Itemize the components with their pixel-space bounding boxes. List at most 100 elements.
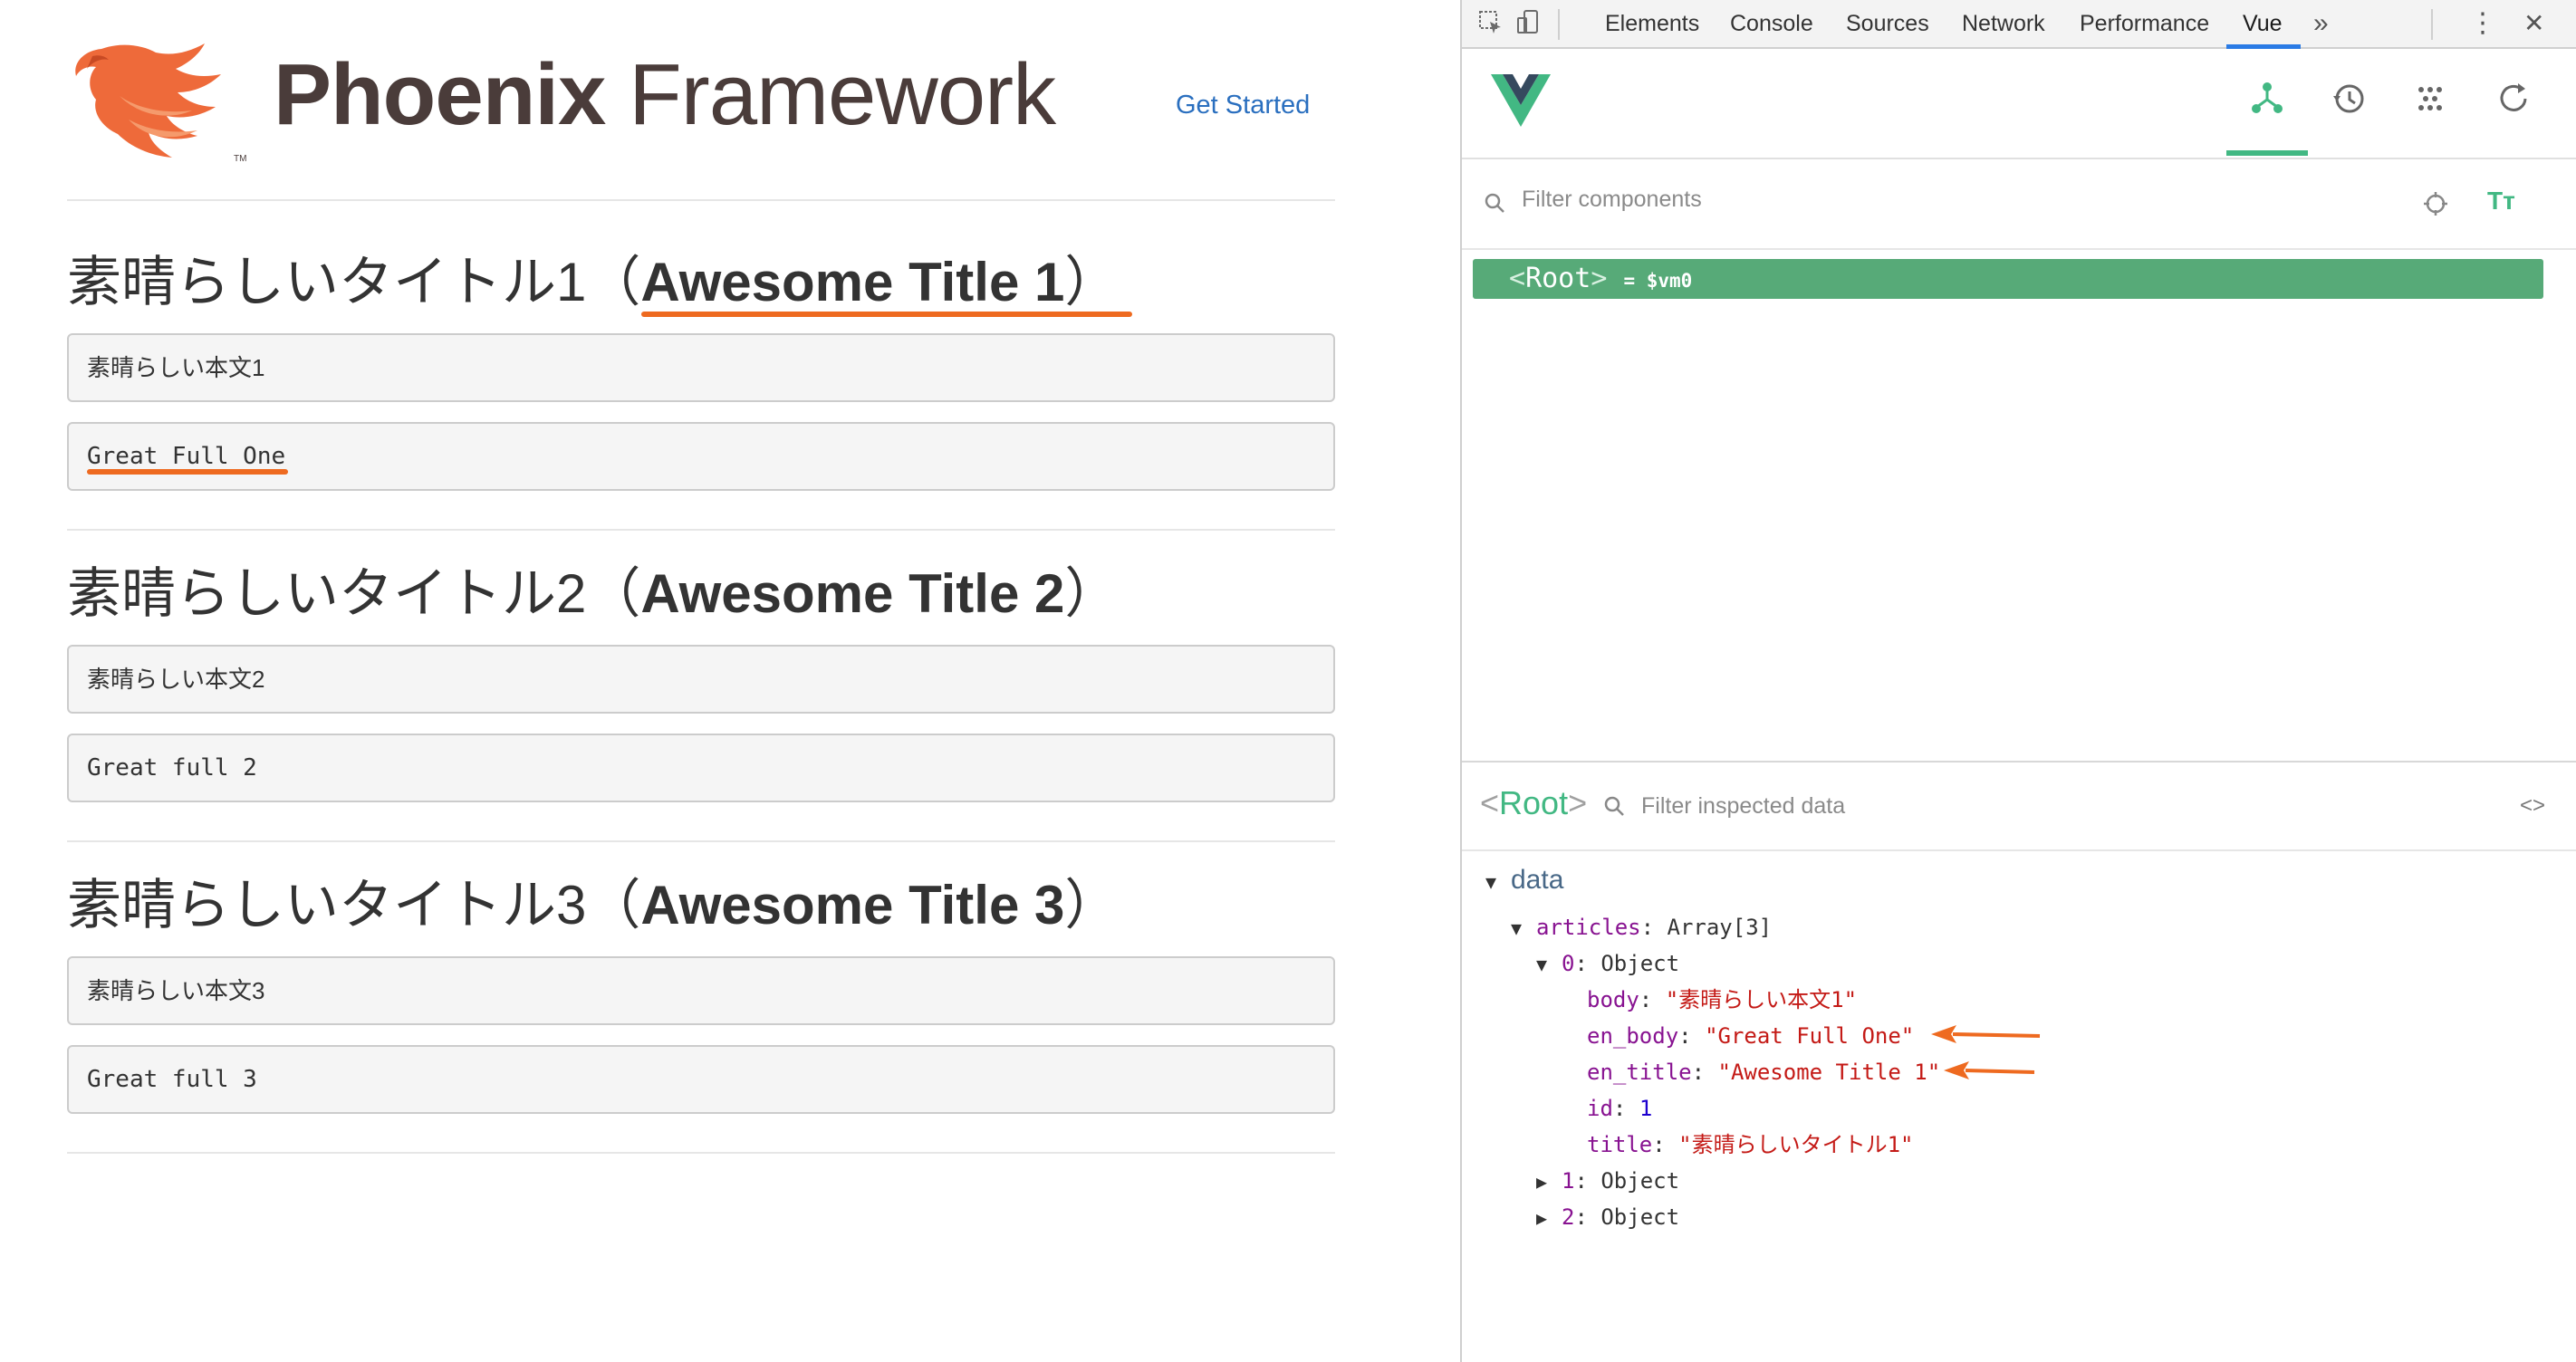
svg-text:TM: TM — [234, 154, 246, 164]
tab-performance[interactable]: Performance — [2080, 0, 2209, 49]
title-close: ） — [1064, 875, 1120, 935]
object-label: Object — [1600, 1168, 1680, 1194]
inspect-element-icon[interactable] — [1475, 9, 1507, 40]
array-item-2[interactable]: ▶ 2: Object — [1536, 1199, 1679, 1235]
divider — [67, 199, 1335, 201]
title-ja: 素晴らしいタイトル1（ — [67, 252, 641, 312]
field-value[interactable]: "素晴らしいタイトル1" — [1678, 1132, 1913, 1157]
array-item-0[interactable]: ▼ 0: Object — [1536, 945, 1679, 982]
device-toolbar-icon[interactable] — [1513, 9, 1545, 40]
article-title: 素晴らしいタイトル2（Awesome Title 2） — [67, 558, 1335, 630]
more-tabs-icon[interactable]: » — [2313, 0, 2329, 49]
title-en: Awesome Title 1 — [640, 252, 1065, 312]
select-component-icon[interactable] — [2422, 190, 2449, 217]
toolbar-separator — [2431, 9, 2433, 40]
divider — [67, 529, 1335, 531]
refresh-icon[interactable] — [2493, 78, 2538, 123]
field-key: id — [1587, 1096, 1613, 1121]
data-section-label: data — [1511, 865, 1564, 895]
phoenix-bird-icon: TM — [75, 43, 246, 164]
field-key: body — [1587, 987, 1639, 1012]
field-key: title — [1587, 1132, 1653, 1157]
field-row-en-title: en_title: "Awesome Title 1" — [1587, 1060, 1941, 1085]
field-key: en_body — [1587, 1023, 1679, 1049]
field-value[interactable]: "素晴らしい本文1" — [1666, 987, 1857, 1012]
field-row-en-body: en_body: "Great Full One" — [1587, 1023, 1915, 1049]
article-en-body-field[interactable]: Great full 3 — [67, 1045, 1335, 1114]
toolbar-separator — [1558, 9, 1560, 40]
web-page: TM Phoenix Framework Get Started 素晴らしいタイ… — [0, 0, 1460, 1362]
root-vm-ref: = $vm0 — [1623, 270, 1693, 292]
object-label: Object — [1600, 1204, 1680, 1230]
collapsed-triangle-icon: ▶ — [1536, 1207, 1548, 1229]
annotation-arrow-icon — [1944, 1061, 2035, 1079]
title-en: Awesome Title 3 — [640, 875, 1065, 935]
annotation-arrow-icon — [1931, 1025, 2041, 1043]
article-title: 素晴らしいタイトル1（Awesome Title 1） — [67, 246, 1335, 319]
devtools-toolbar: Elements Console Sources Network Perform… — [1462, 0, 2576, 49]
components-tab-indicator — [2226, 150, 2308, 156]
article-en-body-field[interactable]: Great full 2 — [67, 734, 1335, 802]
history-tab-icon[interactable] — [2328, 78, 2373, 123]
component-filter-bar: Filter components Tт — [1462, 159, 2576, 250]
article-en-body-field[interactable]: Great Full One — [67, 422, 1335, 491]
expanded-triangle-icon: ▼ — [1511, 917, 1523, 939]
article-card: 素晴らしいタイトル2（Awesome Title 2） 素晴らしい本文2 Gre… — [67, 558, 1335, 802]
devtools-panel: Elements Console Sources Network Perform… — [1460, 0, 2576, 1362]
kebab-menu-icon[interactable]: ⋮ — [2469, 0, 2496, 49]
array-item-1[interactable]: ▶ 1: Object — [1536, 1163, 1679, 1199]
field-value[interactable]: 1 — [1639, 1096, 1652, 1121]
divider — [67, 1152, 1335, 1154]
expanded-triangle-icon: ▼ — [1536, 954, 1548, 975]
field-key: en_title — [1587, 1060, 1692, 1085]
data-section-toggle[interactable]: ▼ data — [1485, 862, 1563, 898]
component-tree-root[interactable]: <Root> = $vm0 — [1473, 259, 2543, 299]
index-key: 1 — [1562, 1168, 1575, 1194]
root-component-name: Root — [1525, 263, 1591, 294]
divider — [67, 840, 1335, 842]
title-en: Awesome Title 2 — [640, 563, 1065, 624]
articles-key: articles — [1536, 915, 1641, 940]
field-row-body: body: "素晴らしい本文1" — [1587, 987, 1858, 1012]
article-title: 素晴らしいタイトル3（Awesome Title 3） — [67, 869, 1335, 942]
inspector-header: <Root> Filter inspected data <> — [1462, 763, 2576, 851]
tab-vue[interactable]: Vue — [2243, 0, 2283, 49]
tab-network[interactable]: Network — [1962, 0, 2045, 49]
code-toggle-icon[interactable]: <> — [2520, 793, 2545, 819]
article-body-field[interactable]: 素晴らしい本文3 — [67, 956, 1335, 1025]
logo-bold: Phoenix — [274, 46, 606, 143]
logo-light: Framework — [629, 46, 1056, 143]
field-value[interactable]: "Awesome Title 1" — [1718, 1060, 1941, 1085]
index-key: 2 — [1562, 1204, 1575, 1230]
tab-elements[interactable]: Elements — [1605, 0, 1699, 49]
index-key: 0 — [1562, 951, 1575, 976]
search-icon — [1604, 796, 1624, 816]
articles-value: Array[3] — [1667, 915, 1773, 940]
inspected-component: <Root> — [1480, 784, 1588, 821]
article-body-field[interactable]: 素晴らしい本文1 — [67, 333, 1335, 402]
filter-inspected-data-input[interactable]: Filter inspected data — [1641, 793, 1845, 820]
phoenix-logo[interactable]: TM Phoenix Framework — [65, 33, 1056, 168]
close-icon[interactable]: ✕ — [2523, 0, 2544, 49]
field-value[interactable]: "Great Full One" — [1705, 1023, 1914, 1049]
filter-components-input[interactable]: Filter components — [1522, 187, 1702, 213]
expanded-triangle-icon: ▼ — [1485, 871, 1497, 893]
article-body-field[interactable]: 素晴らしい本文2 — [67, 645, 1335, 714]
field-row-id: id: 1 — [1587, 1096, 1653, 1121]
article-card: 素晴らしいタイトル1（Awesome Title 1） 素晴らしい本文1 Gre… — [67, 246, 1335, 491]
tab-console[interactable]: Console — [1730, 0, 1813, 49]
format-names-icon[interactable]: Tт — [2487, 187, 2515, 216]
annotation-underline — [641, 312, 1132, 317]
articles-node[interactable]: ▼ articles: Array[3] — [1511, 909, 1772, 945]
vue-logo-icon — [1491, 74, 1551, 127]
get-started-link[interactable]: Get Started — [1176, 91, 1310, 120]
tab-sources[interactable]: Sources — [1846, 0, 1929, 49]
vue-devtools-header — [1462, 49, 2576, 159]
vuex-tab-icon[interactable] — [2409, 78, 2455, 123]
components-tab-icon[interactable] — [2246, 78, 2292, 123]
title-ja: 素晴らしいタイトル2（ — [67, 563, 641, 624]
inspected-component-name: Root — [1499, 784, 1569, 821]
search-icon — [1485, 193, 1504, 213]
logo-wordmark: Phoenix Framework — [274, 45, 1056, 145]
title-close: ） — [1064, 563, 1120, 624]
